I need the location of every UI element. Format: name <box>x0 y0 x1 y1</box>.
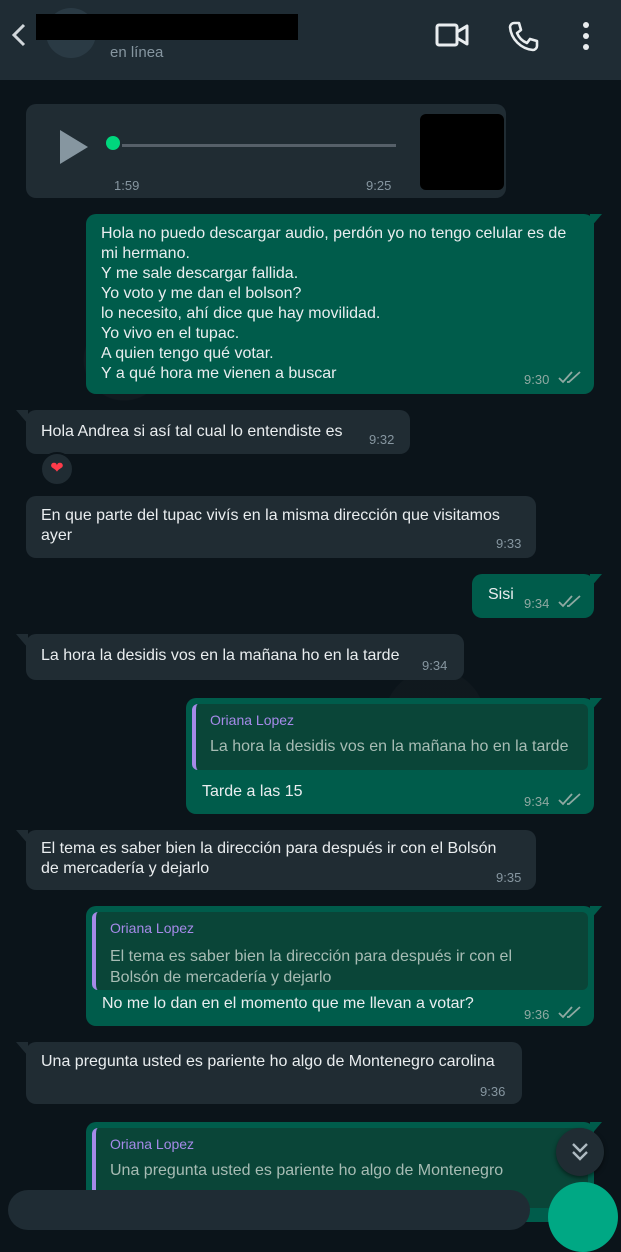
message-incoming[interactable]: En que parte del tupac vivís en la misma… <box>26 496 536 558</box>
redacted-avatar <box>420 114 504 190</box>
message-text: No me lo dan en el momento que me llevan… <box>102 995 474 1012</box>
bubble-tail <box>16 410 28 424</box>
more-options-icon[interactable] <box>580 20 592 57</box>
message-text: El tema es saber bien la dirección para … <box>41 840 497 877</box>
bubble-tail <box>16 634 28 648</box>
message-time: 9:36 <box>480 1084 506 1099</box>
read-ticks-icon <box>558 371 581 384</box>
mic-button[interactable] <box>548 1182 618 1252</box>
message-text: Sisi <box>488 586 514 603</box>
message-incoming[interactable]: Una pregunta usted es pariente ho algo d… <box>26 1042 522 1104</box>
quote-author: Oriana Lopez <box>110 920 195 936</box>
quote-text: Una pregunta usted es pariente ho algo d… <box>110 1162 504 1179</box>
bubble-tail <box>590 698 602 712</box>
audio-progress-knob[interactable] <box>106 136 120 150</box>
video-call-icon[interactable] <box>434 20 470 55</box>
bubble-tail <box>590 906 602 920</box>
message-time: 9:34 <box>422 658 448 673</box>
message-time: 9:34 <box>524 794 550 809</box>
chat-header: en línea <box>0 0 621 80</box>
redacted-contact-name <box>36 14 298 40</box>
audio-message[interactable]: 1:59 9:25 <box>26 104 506 198</box>
message-text: Tarde a las 15 <box>202 783 303 800</box>
back-arrow-icon[interactable] <box>8 20 34 50</box>
message-outgoing[interactable]: Sisi 9:34 <box>472 574 594 618</box>
contact-status: en línea <box>110 44 164 61</box>
audio-duration: 1:59 <box>114 178 140 193</box>
message-time: 9:30 <box>524 372 550 387</box>
message-time: 9:36 <box>524 1007 550 1022</box>
quoted-message[interactable]: Oriana Lopez La hora la desidis vos en l… <box>192 704 588 770</box>
read-ticks-icon <box>558 1006 581 1019</box>
quote-author: Oriana Lopez <box>210 712 295 728</box>
bubble-tail <box>590 214 602 228</box>
message-incoming[interactable]: La hora la desidis vos en la mañana ho e… <box>26 634 464 680</box>
message-time: 9:33 <box>496 536 522 551</box>
message-outgoing[interactable]: Hola no puedo descargar audio, perdón yo… <box>86 214 594 394</box>
message-time: 9:32 <box>369 432 395 447</box>
message-time: 9:34 <box>524 596 550 611</box>
phone-icon[interactable] <box>506 20 540 57</box>
read-ticks-icon <box>558 793 581 806</box>
read-ticks-icon <box>558 595 581 608</box>
bubble-tail <box>590 574 602 588</box>
message-incoming[interactable]: Hola Andrea si así tal cual lo entendist… <box>26 410 410 454</box>
audio-progress-track[interactable] <box>122 144 396 147</box>
message-time: 9:25 <box>366 178 392 193</box>
message-text: En que parte del tupac vivís en la misma… <box>41 507 500 544</box>
message-outgoing-reply[interactable]: Oriana Lopez El tema es saber bien la di… <box>86 906 594 1026</box>
message-text: La hora la desidis vos en la mañana ho e… <box>41 647 400 664</box>
message-time: 9:35 <box>496 870 522 885</box>
double-chevron-down-icon <box>572 1143 588 1161</box>
message-text: Una pregunta usted es pariente ho algo d… <box>41 1053 495 1070</box>
heart-reaction-icon[interactable]: ❤ <box>40 452 74 486</box>
bubble-tail <box>16 830 28 844</box>
message-text: Hola no puedo descargar audio, perdón yo… <box>101 225 567 382</box>
quoted-message[interactable]: Oriana Lopez El tema es saber bien la di… <box>92 912 588 990</box>
bubble-tail <box>16 1042 28 1056</box>
quote-text: El tema es saber bien la dirección para … <box>110 948 512 986</box>
message-input-bar[interactable] <box>8 1190 530 1230</box>
message-incoming[interactable]: El tema es saber bien la dirección para … <box>26 830 536 890</box>
quote-author: Oriana Lopez <box>110 1136 195 1152</box>
message-outgoing-reply[interactable]: Oriana Lopez La hora la desidis vos en l… <box>186 698 594 814</box>
message-text: Hola Andrea si así tal cual lo entendist… <box>41 423 343 440</box>
quote-text: La hora la desidis vos en la mañana ho e… <box>210 738 569 755</box>
scroll-to-bottom-button[interactable] <box>556 1128 604 1176</box>
play-icon[interactable] <box>56 128 90 172</box>
